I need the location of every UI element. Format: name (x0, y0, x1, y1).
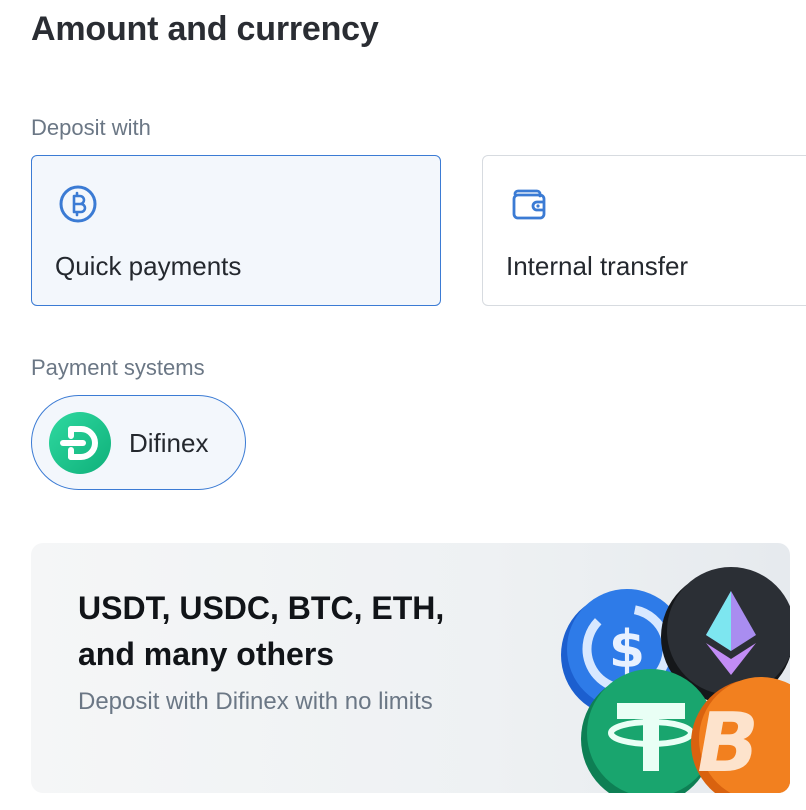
payment-systems-label: Payment systems (31, 355, 205, 380)
wallet-icon (512, 189, 546, 220)
quick-payments-label: Quick payments (55, 251, 242, 281)
promo-headline: USDT, USDC, BTC, ETH, and many others (78, 585, 498, 677)
promo-subtext: Deposit with Difinex with no limits (78, 688, 433, 715)
promo-headline-line1: USDT, USDC, BTC, ETH, (78, 590, 445, 626)
difinex-payment-chip[interactable]: Difinex (31, 395, 246, 490)
deposit-with-label: Deposit with (31, 115, 151, 140)
promo-headline-line2: and many others (78, 636, 335, 672)
internal-transfer-card[interactable]: Internal transfer (482, 155, 806, 306)
quick-payments-card[interactable]: Quick payments (31, 155, 441, 306)
page-title: Amount and currency (31, 10, 379, 48)
promo-banner: USDT, USDC, BTC, ETH, and many others De… (31, 543, 790, 793)
internal-transfer-label: Internal transfer (506, 251, 689, 281)
bitcoin-circle-icon (59, 185, 97, 223)
crypto-coins-illustration: $ B (561, 567, 790, 793)
difinex-label: Difinex (129, 428, 209, 458)
difinex-logo (49, 412, 111, 474)
